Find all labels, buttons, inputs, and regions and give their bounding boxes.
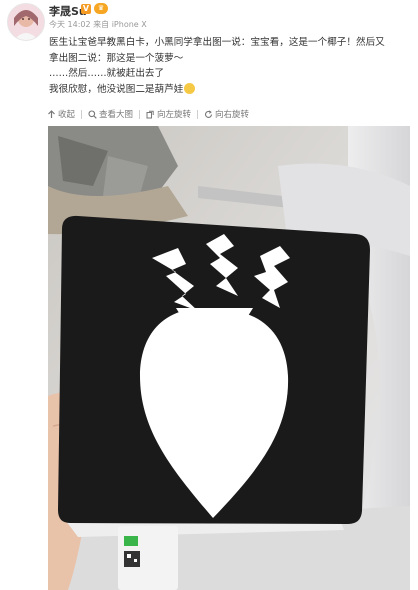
rotate-left-icon <box>146 110 154 118</box>
post-image[interactable] <box>48 126 410 590</box>
rotate-left-label: 向左旋转 <box>157 110 192 120</box>
rotate-left-button[interactable]: 向左旋转 <box>146 108 191 120</box>
photo-illustration <box>48 126 410 590</box>
rotate-right-label: 向右旋转 <box>215 110 250 120</box>
post-line: 拿出图二说：那这是一个菠萝～ <box>49 52 184 64</box>
toolbar-divider <box>197 109 199 119</box>
post-meta: 今天 14:02 来自 iPhone X <box>49 19 147 30</box>
post-line-with-emoji: 我很欣慰，他没说图二是葫芦娃 <box>49 82 411 98</box>
post-line: 我很欣慰，他没说图二是葫芦娃 <box>49 83 184 95</box>
toolbar-divider <box>139 109 141 119</box>
avatar[interactable] <box>7 3 45 41</box>
collapse-button[interactable]: 收起 <box>47 108 75 120</box>
toolbar-divider <box>81 109 83 119</box>
view-large-label: 查看大图 <box>99 110 134 120</box>
collapse-label: 收起 <box>58 110 76 120</box>
rotate-right-button[interactable]: 向右旋转 <box>204 108 249 120</box>
rotate-right-icon <box>205 109 213 118</box>
post-source: 来自 iPhone X <box>93 20 147 29</box>
post-line: ……然后……就被赶出去了 <box>49 68 165 79</box>
member-badge-icon: ♛ <box>94 3 108 14</box>
collapse-icon <box>48 109 55 118</box>
zoom-icon <box>88 109 97 119</box>
image-toolbar: 收起 查看大图 向左旋转 向右旋转 <box>47 107 249 121</box>
smile-emoji-icon <box>184 82 196 94</box>
view-large-button[interactable]: 查看大图 <box>88 108 133 120</box>
post-line: 医生让宝爸早教黑白卡，小黑同学拿出图一说：宝宝看，这是一个椰子！然后又 <box>49 37 385 48</box>
avatar-image <box>8 4 44 40</box>
post-text: 医生让宝爸早教黑白卡，小黑同学拿出图一说：宝宝看，这是一个椰子！然后又 拿出图二… <box>49 35 411 97</box>
post-timestamp[interactable]: 今天 14:02 <box>49 20 91 29</box>
verified-badge-icon: V <box>81 4 91 14</box>
